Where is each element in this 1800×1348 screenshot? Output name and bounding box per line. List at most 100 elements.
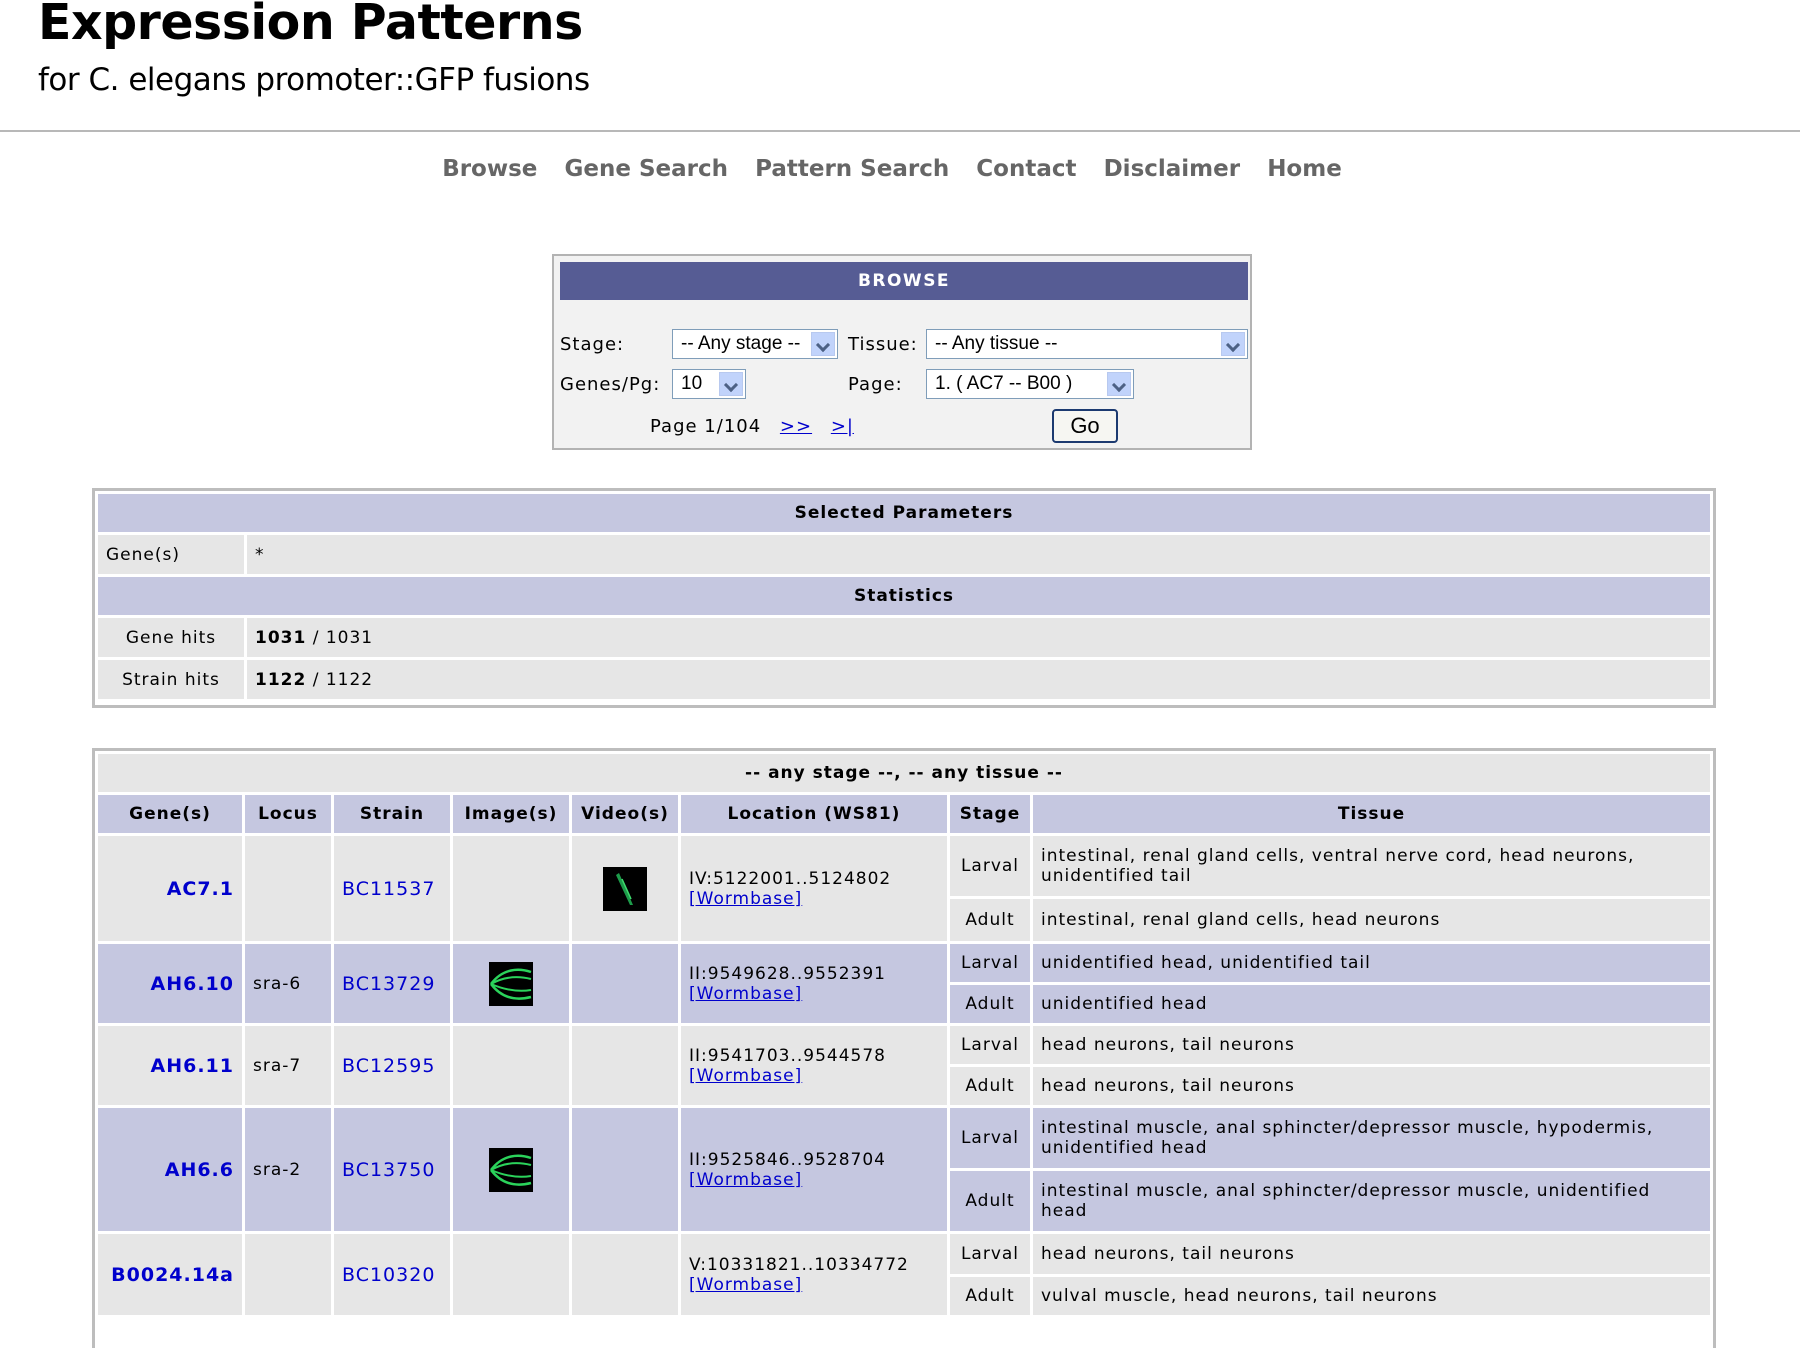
table-row: AC7.1 BC11537 IV:5122001..5124802 [Wormbase…	[98, 836, 1710, 941]
go-button[interactable]: Go	[1052, 409, 1118, 443]
page-title: Expression Patterns	[38, 0, 583, 51]
results-table: -- any stage --, -- any tissue -- Gene(s…	[95, 751, 1713, 1318]
strain-link[interactable]: BC10320	[342, 1264, 435, 1286]
stage-label: Stage:	[560, 334, 625, 355]
parameters-table: Selected Parameters Gene(s) * Statistics…	[95, 491, 1713, 702]
videos-cell	[572, 1234, 678, 1315]
last-page-link[interactable]: >|	[831, 416, 854, 437]
locus-cell	[245, 836, 331, 941]
stage-cell: Adult	[950, 1277, 1030, 1315]
chevron-down-icon[interactable]	[1107, 372, 1131, 396]
page-select-value: 1. ( AC7 -- B00 )	[935, 373, 1073, 394]
location-cell: II:9525846..9528704 [Wormbase]	[681, 1108, 947, 1231]
col-location: Location (WS81)	[681, 795, 947, 833]
tissue-cell: intestinal muscle, anal sphincter/depres…	[1033, 1171, 1710, 1231]
location-cell: II:9549628..9552391 [Wormbase]	[681, 944, 947, 1023]
wormbase-link[interactable]: [Wormbase]	[689, 1170, 802, 1190]
results-panel: -- any stage --, -- any tissue -- Gene(s…	[92, 748, 1716, 1348]
nav-contact[interactable]: Contact	[976, 156, 1076, 182]
videos-cell	[572, 944, 678, 1023]
gfp-image-thumbnail[interactable]	[489, 1147, 533, 1192]
stage-select-value: -- Any stage --	[681, 333, 801, 354]
tissue-select[interactable]: -- Any tissue --	[926, 329, 1248, 359]
gfp-image-thumbnail[interactable]	[489, 961, 533, 1006]
strain-link[interactable]: BC13750	[342, 1159, 435, 1181]
chevron-down-icon[interactable]	[811, 332, 835, 356]
stage-select[interactable]: -- Any stage --	[672, 329, 838, 359]
locus-cell: sra-6	[245, 944, 331, 1023]
images-cell	[453, 1108, 569, 1231]
gene-cell: AH6.6	[98, 1108, 242, 1231]
wormbase-link[interactable]: [Wormbase]	[689, 984, 802, 1004]
gene-link[interactable]: AH6.11	[151, 1055, 234, 1077]
selected-parameters-heading: Selected Parameters	[98, 494, 1710, 532]
gene-param-label: Gene(s)	[98, 535, 244, 574]
nav-gene-search[interactable]: Gene Search	[565, 156, 729, 182]
table-row: B0024.14a BC10320 V:10331821..10334772 [Wor…	[98, 1234, 1710, 1315]
chevron-down-icon[interactable]	[719, 372, 743, 396]
page-label: Page:	[848, 374, 903, 395]
table-row: AH6.11 sra-7 BC12595 II:9541703..9544578 [Wo…	[98, 1026, 1710, 1105]
wormbase-link[interactable]: [Wormbase]	[689, 1275, 802, 1295]
gene-cell: AC7.1	[98, 836, 242, 941]
gene-hits-value: 1031 / 1031	[247, 618, 1710, 657]
images-cell	[453, 944, 569, 1023]
location-value: II:9525846..9528704	[689, 1149, 886, 1170]
gene-link[interactable]: AC7.1	[167, 878, 234, 900]
next-page-link[interactable]: >>	[780, 416, 812, 437]
genes-per-page-select[interactable]: 10	[672, 369, 746, 399]
nav-pattern-search[interactable]: Pattern Search	[755, 156, 949, 182]
location-value: II:9549628..9552391	[689, 963, 886, 984]
strain-hits-value: 1122 / 1122	[247, 660, 1710, 699]
nav-browse[interactable]: Browse	[442, 156, 537, 182]
wormbase-link[interactable]: [Wormbase]	[689, 1066, 802, 1086]
gene-cell: B0024.14a	[98, 1234, 242, 1315]
col-videos: Video(s)	[572, 795, 678, 833]
parameters-panel: Selected Parameters Gene(s) * Statistics…	[92, 488, 1716, 708]
col-strain: Strain	[334, 795, 450, 833]
browse-heading: BROWSE	[560, 262, 1248, 300]
locus-cell: sra-7	[245, 1026, 331, 1105]
tissue-cell: head neurons, tail neurons	[1033, 1026, 1710, 1064]
stage-cell: Larval	[950, 944, 1030, 982]
gene-link[interactable]: B0024.14a	[111, 1264, 234, 1286]
strain-link[interactable]: BC11537	[342, 878, 435, 900]
strain-link[interactable]: BC12595	[342, 1055, 435, 1077]
tissue-cell: unidentified head	[1033, 985, 1710, 1023]
gfp-video-thumbnail[interactable]	[603, 866, 647, 911]
stage-cell: Adult	[950, 1067, 1030, 1105]
strain-hits-count: 1122	[255, 669, 307, 690]
gene-hits-count: 1031	[255, 627, 307, 648]
locus-cell: sra-2	[245, 1108, 331, 1231]
wormbase-link[interactable]: [Wormbase]	[689, 889, 802, 909]
tissue-cell: unidentified head, unidentified tail	[1033, 944, 1710, 982]
gene-cell: AH6.10	[98, 944, 242, 1023]
col-locus: Locus	[245, 795, 331, 833]
pagination: Page 1/104 >> >|	[650, 416, 854, 437]
gene-link[interactable]: AH6.10	[151, 973, 234, 995]
location-cell: V:10331821..10334772 [Wormbase]	[681, 1234, 947, 1315]
location-value: IV:5122001..5124802	[689, 868, 892, 889]
gene-param-value: *	[247, 535, 1710, 574]
location-value: II:9541703..9544578	[689, 1045, 886, 1066]
videos-cell	[572, 1108, 678, 1231]
stage-cell: Larval	[950, 1026, 1030, 1064]
gene-hits-total: / 1031	[306, 627, 374, 648]
strain-link[interactable]: BC13729	[342, 973, 435, 995]
nav-home[interactable]: Home	[1267, 156, 1342, 182]
header-divider	[0, 130, 1800, 132]
stage-cell: Adult	[950, 985, 1030, 1023]
stage-cell: Larval	[950, 836, 1030, 896]
gene-link[interactable]: AH6.6	[165, 1159, 234, 1181]
tissue-cell: vulval muscle, head neurons, tail neuron…	[1033, 1277, 1710, 1315]
nav-disclaimer[interactable]: Disclaimer	[1104, 156, 1241, 182]
tissue-cell: intestinal muscle, anal sphincter/depres…	[1033, 1108, 1710, 1168]
col-genes: Gene(s)	[98, 795, 242, 833]
tissue-cell: intestinal, renal gland cells, ventral n…	[1033, 836, 1710, 896]
strain-cell: BC10320	[334, 1234, 450, 1315]
tissue-cell: intestinal, renal gland cells, head neur…	[1033, 899, 1710, 941]
images-cell	[453, 836, 569, 941]
page-select[interactable]: 1. ( AC7 -- B00 )	[926, 369, 1134, 399]
chevron-down-icon[interactable]	[1221, 332, 1245, 356]
statistics-heading: Statistics	[98, 577, 1710, 615]
